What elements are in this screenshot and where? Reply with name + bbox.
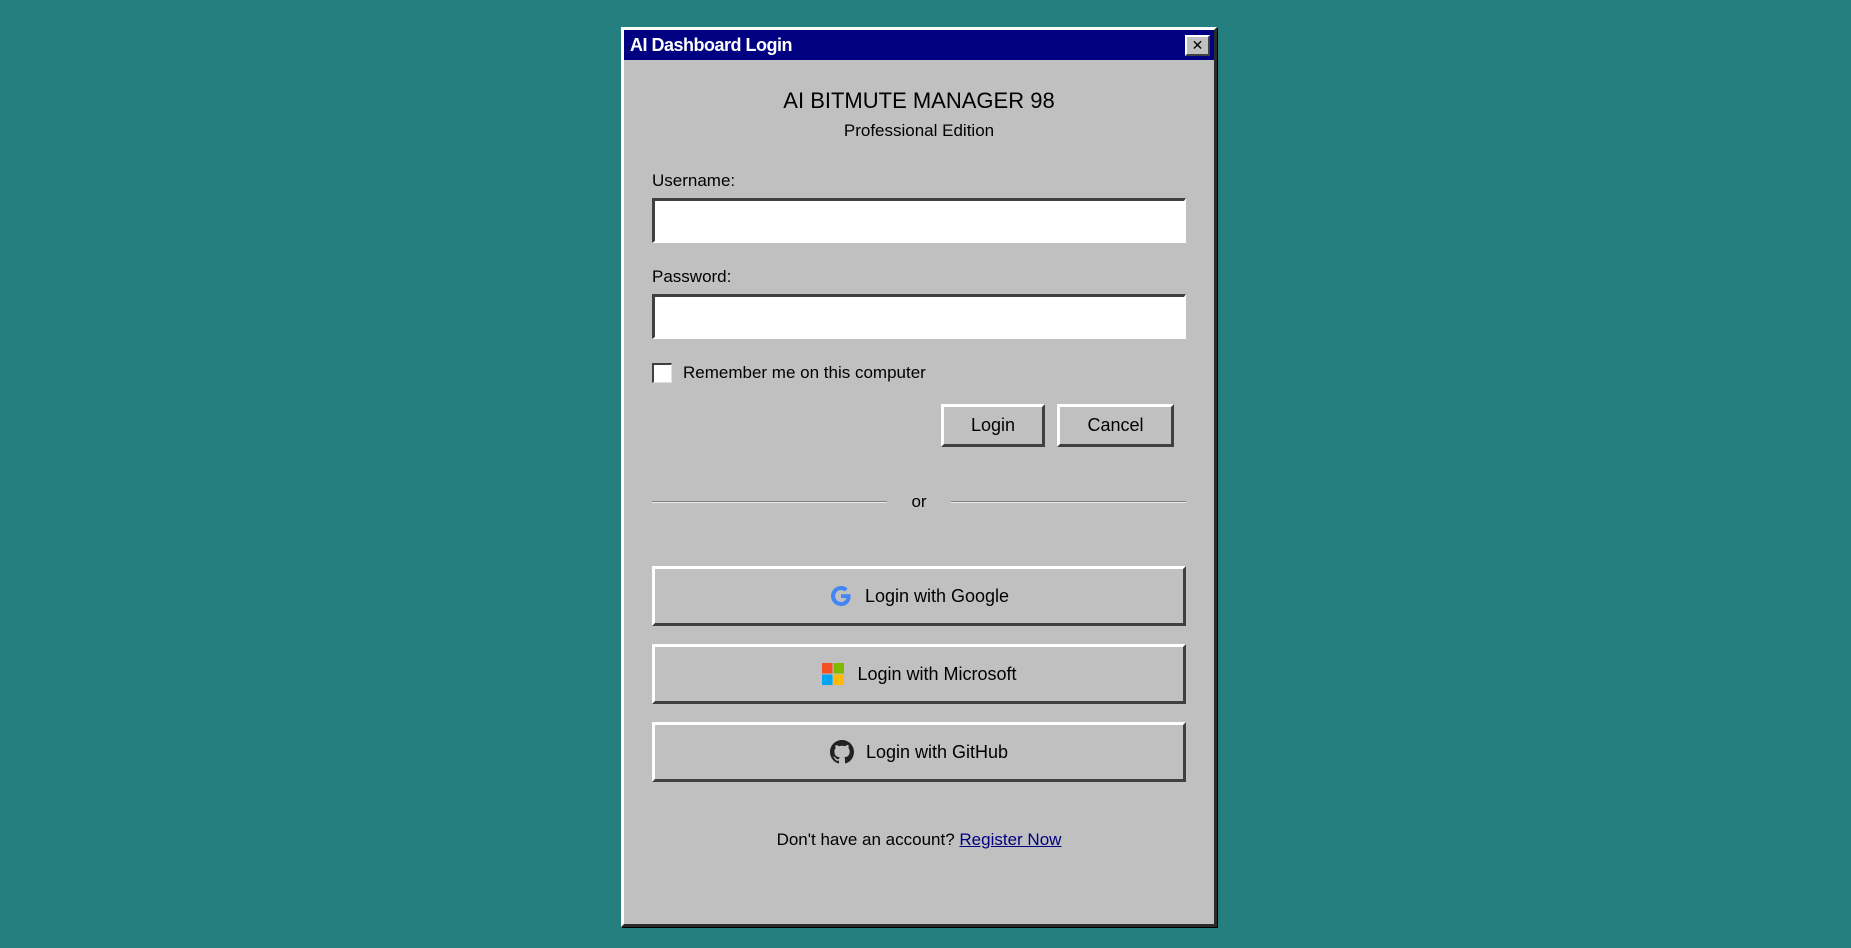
or-divider: or: [652, 492, 1186, 512]
login-window: AI Dashboard Login ✕ AI BITMUTE MANAGER …: [621, 27, 1217, 927]
register-prompt: Don't have an account?: [776, 830, 960, 849]
title-bar[interactable]: AI Dashboard Login ✕: [624, 30, 1214, 60]
google-login-button[interactable]: Login with Google: [652, 566, 1186, 626]
microsoft-login-button[interactable]: Login with Microsoft: [652, 644, 1186, 704]
microsoft-login-label: Login with Microsoft: [857, 663, 1017, 684]
app-subtitle: Professional Edition: [843, 121, 995, 140]
google-icon: [829, 584, 853, 608]
login-form: AI BITMUTE MANAGER 98 Professional Editi…: [624, 88, 1214, 850]
github-icon: [829, 740, 854, 764]
close-button[interactable]: ✕: [1185, 34, 1210, 56]
google-login-label: Login with Google: [864, 585, 1010, 606]
github-login-label: Login with GitHub: [865, 741, 1009, 762]
username-input[interactable]: [652, 198, 1186, 243]
login-button[interactable]: Login: [941, 404, 1045, 447]
divider-text: or: [911, 492, 927, 511]
divider-line-left: [652, 501, 888, 503]
window-title: AI Dashboard Login: [630, 34, 793, 55]
app-title: AI BITMUTE MANAGER 98: [783, 88, 1055, 113]
cancel-button[interactable]: Cancel: [1057, 404, 1174, 447]
remember-label[interactable]: Remember me on this computer: [683, 363, 926, 383]
github-login-button[interactable]: Login with GitHub: [652, 722, 1186, 782]
password-label: Password:: [652, 267, 732, 286]
remember-row: Remember me on this computer: [652, 363, 1186, 383]
close-icon: ✕: [1191, 37, 1204, 53]
action-buttons: Login Cancel: [652, 404, 1186, 447]
remember-checkbox[interactable]: [652, 363, 672, 383]
password-input[interactable]: [652, 294, 1186, 339]
divider-line-right: [950, 501, 1186, 503]
microsoft-icon: [821, 662, 845, 686]
register-link[interactable]: Register Now: [959, 830, 1061, 849]
username-label: Username:: [652, 171, 736, 190]
register-row: Don't have an account? Register Now: [652, 830, 1186, 850]
